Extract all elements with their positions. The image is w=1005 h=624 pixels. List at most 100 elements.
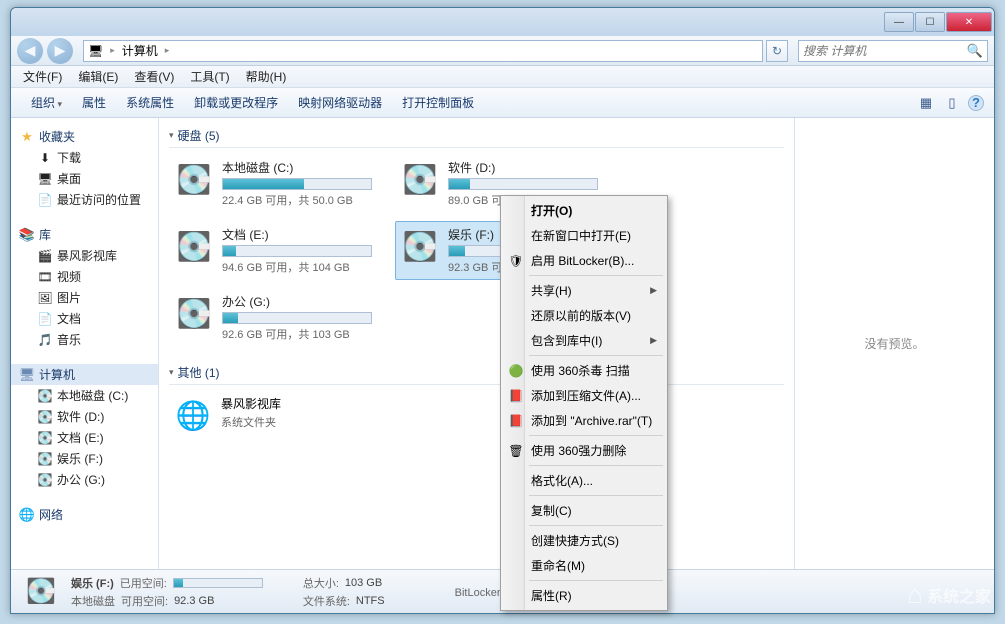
menu-item-label: 共享(H): [531, 282, 572, 299]
drive-free-text: 94.6 GB 可用，共 104 GB: [222, 259, 374, 275]
toolbar-control-panel[interactable]: 打开控制面板: [392, 90, 484, 115]
item-icon: 💽: [37, 472, 53, 488]
item-label: 文档 (E:): [57, 429, 104, 446]
sidebar-item-library[interactable]: 📄文档: [11, 308, 158, 329]
sidebar-libraries[interactable]: 📚 库: [11, 224, 158, 245]
menu-item-label: 添加到 "Archive.rar"(T): [531, 412, 652, 429]
status-total-value: 103 GB: [345, 577, 382, 589]
help-button[interactable]: ?: [968, 95, 984, 111]
menu-file[interactable]: 文件(F): [15, 66, 70, 87]
sidebar-item-drive[interactable]: 💽软件 (D:): [11, 406, 158, 427]
folder-item[interactable]: 🌐 暴风影视库 系统文件夹: [169, 391, 379, 439]
status-used-label: 已用空间:: [120, 575, 167, 591]
toolbar-map-drive[interactable]: 映射网络驱动器: [288, 90, 392, 115]
context-menu-item[interactable]: 创建快捷方式(S): [503, 528, 665, 553]
menu-help[interactable]: 帮助(H): [238, 66, 295, 87]
context-menu-item[interactable]: 重命名(M): [503, 553, 665, 578]
toolbar-uninstall[interactable]: 卸载或更改程序: [184, 90, 288, 115]
sidebar-item-favorite[interactable]: 🖥桌面: [11, 168, 158, 189]
folder-name: 暴风影视库: [221, 395, 281, 412]
nav-bar: ◀ ▶ 🖥 ▸ 计算机 ▸ ↻ 🔍: [11, 36, 994, 66]
menu-item-label: 打开(O): [531, 202, 572, 219]
context-menu-item[interactable]: 🟢使用 360杀毒 扫描: [503, 358, 665, 383]
item-icon: 🎵: [37, 332, 53, 348]
close-button[interactable]: ✕: [946, 12, 992, 32]
menu-item-icon: 🗑: [507, 442, 525, 460]
status-drive-name: 娱乐 (F:): [71, 575, 114, 591]
computer-icon: 🖥: [88, 44, 103, 58]
sidebar-item-library[interactable]: 🖼图片: [11, 287, 158, 308]
menu-tools[interactable]: 工具(T): [182, 66, 237, 87]
star-icon: ★: [19, 129, 35, 145]
context-menu-item[interactable]: 复制(C): [503, 498, 665, 523]
item-label: 软件 (D:): [57, 408, 104, 425]
titlebar: — ☐ ✕: [11, 8, 994, 36]
context-menu-item[interactable]: 🗑使用 360强力删除: [503, 438, 665, 463]
context-menu-item[interactable]: 属性(R): [503, 583, 665, 608]
context-menu-item[interactable]: 还原以前的版本(V): [503, 303, 665, 328]
category-other-header[interactable]: ▾ 其他 (1): [169, 361, 784, 385]
toolbar-organize[interactable]: 组织: [21, 90, 72, 115]
minimize-button[interactable]: —: [884, 12, 914, 32]
address-bar[interactable]: 🖥 ▸ 计算机 ▸: [83, 40, 763, 62]
chevron-down-icon: ▾: [169, 130, 174, 141]
preview-pane: 没有预览。: [794, 118, 994, 569]
context-menu-item[interactable]: 共享(H) ▶: [503, 278, 665, 303]
refresh-button[interactable]: ↻: [766, 40, 788, 62]
sidebar-item-drive[interactable]: 💽本地磁盘 (C:): [11, 385, 158, 406]
maximize-button[interactable]: ☐: [915, 12, 945, 32]
sidebar-item-drive[interactable]: 💽办公 (G:): [11, 469, 158, 490]
item-label: 图片: [57, 289, 81, 306]
submenu-arrow-icon: ▶: [650, 285, 657, 296]
item-icon: 📄: [37, 311, 53, 327]
drive-usage-bar: [222, 245, 372, 257]
sidebar-favorites[interactable]: ★ 收藏夹: [11, 126, 158, 147]
menu-item-label: 在新窗口中打开(E): [531, 227, 631, 244]
drive-item[interactable]: 💽 办公 (G:) 92.6 GB 可用，共 103 GB: [169, 288, 379, 347]
drive-item[interactable]: 💽 文档 (E:) 94.6 GB 可用，共 104 GB: [169, 221, 379, 280]
menu-view[interactable]: 查看(V): [126, 66, 182, 87]
search-input[interactable]: [803, 44, 967, 58]
sidebar-item-drive[interactable]: 💽文档 (E:): [11, 427, 158, 448]
drive-name: 本地磁盘 (C:): [222, 159, 374, 176]
menu-separator: [529, 580, 663, 581]
search-box[interactable]: 🔍: [798, 40, 988, 62]
preview-pane-button[interactable]: ▯: [942, 93, 962, 113]
toolbar-properties[interactable]: 属性: [72, 90, 116, 115]
context-menu-item[interactable]: 📕添加到压缩文件(A)...: [503, 383, 665, 408]
drive-usage-bar: [448, 178, 598, 190]
sidebar-item-library[interactable]: 🎞视频: [11, 266, 158, 287]
menu-edit[interactable]: 编辑(E): [70, 66, 126, 87]
sidebar-network[interactable]: 🌐 网络: [11, 504, 158, 525]
computer-icon: 🖥: [19, 367, 35, 383]
network-icon: 🌐: [19, 507, 35, 523]
breadcrumb-computer[interactable]: 计算机: [122, 42, 158, 59]
sidebar-item-drive[interactable]: 💽娱乐 (F:): [11, 448, 158, 469]
drive-item[interactable]: 💽 本地磁盘 (C:) 22.4 GB 可用，共 50.0 GB: [169, 154, 379, 213]
nav-forward-button[interactable]: ▶: [47, 38, 73, 64]
menu-item-icon: 📕: [507, 412, 525, 430]
sidebar-item-library[interactable]: 🎵音乐: [11, 329, 158, 350]
context-menu-item[interactable]: 在新窗口中打开(E): [503, 223, 665, 248]
sidebar-network-label: 网络: [39, 506, 63, 523]
menu-bar: 文件(F) 编辑(E) 查看(V) 工具(T) 帮助(H): [11, 66, 994, 88]
status-usage-bar: [173, 578, 263, 588]
sidebar-item-favorite[interactable]: 📄最近访问的位置: [11, 189, 158, 210]
item-label: 音乐: [57, 331, 81, 348]
search-icon: 🔍: [967, 43, 983, 59]
context-menu-item[interactable]: 🛡启用 BitLocker(B)...: [503, 248, 665, 273]
context-menu-item[interactable]: 打开(O): [503, 198, 665, 223]
category-disk-header[interactable]: ▾ 硬盘 (5): [169, 124, 784, 148]
nav-back-button[interactable]: ◀: [17, 38, 43, 64]
context-menu-item[interactable]: 📕 添加到 "Archive.rar"(T): [503, 408, 665, 433]
menu-item-icon: 📕: [507, 387, 525, 405]
status-fs-value: NTFS: [356, 595, 385, 607]
sidebar-item-library[interactable]: 🎬暴风影视库: [11, 245, 158, 266]
context-menu-item[interactable]: 包含到库中(I)▶: [503, 328, 665, 353]
toolbar-system-properties[interactable]: 系统属性: [116, 90, 184, 115]
context-menu-item[interactable]: 格式化(A)...: [503, 468, 665, 493]
view-mode-button[interactable]: ▦: [916, 93, 936, 113]
sidebar-item-favorite[interactable]: ⬇下载: [11, 147, 158, 168]
sidebar-computer[interactable]: 🖥 计算机: [11, 364, 158, 385]
item-icon: 💽: [37, 430, 53, 446]
